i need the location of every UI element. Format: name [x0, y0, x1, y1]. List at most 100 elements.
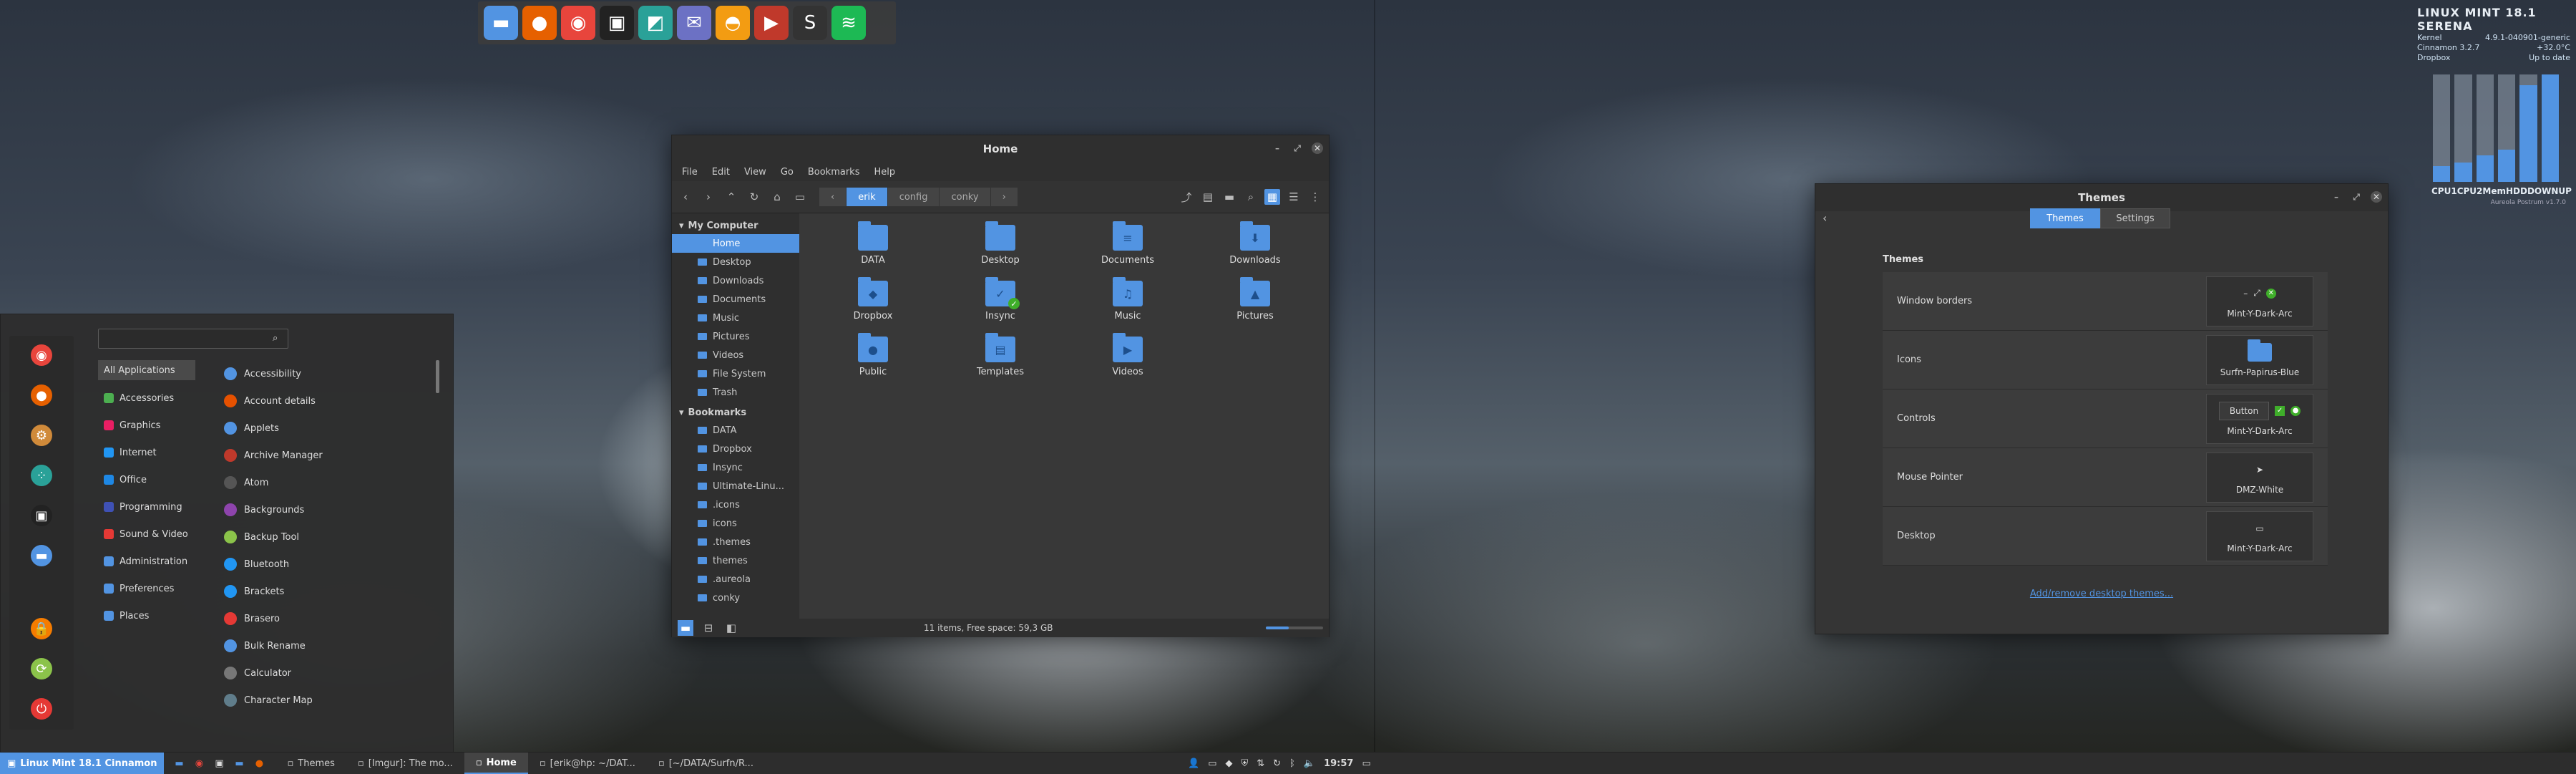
- sidebar-item-home[interactable]: Home: [672, 234, 799, 253]
- sidebar-item-downloads[interactable]: Downloads: [672, 271, 799, 290]
- category-preferences[interactable]: Preferences: [98, 575, 195, 602]
- maximize-icon[interactable]: ⤢: [1292, 142, 1303, 154]
- sidebar-bookmark[interactable]: conky: [672, 589, 799, 607]
- category-all-applications[interactable]: All Applications: [98, 360, 195, 380]
- new-folder-icon[interactable]: ▬: [1221, 189, 1237, 205]
- sidebar-item-file-system[interactable]: File System: [672, 364, 799, 383]
- shield-icon[interactable]: ⛨: [1241, 758, 1248, 769]
- network-icon[interactable]: ⁘: [31, 465, 52, 486]
- sidebar-bookmark[interactable]: Dropbox: [672, 440, 799, 458]
- theme-preview-button[interactable]: ▭ Mint-Y-Dark-Arc: [2206, 511, 2313, 561]
- path-left-arrow[interactable]: ‹: [819, 188, 847, 206]
- file-item-downloads[interactable]: ⬇ Downloads: [1191, 221, 1319, 281]
- sidebar-section-computer[interactable]: ▾ My Computer: [672, 218, 799, 234]
- category-administration[interactable]: Administration: [98, 548, 195, 575]
- chromium-icon[interactable]: ◉: [561, 6, 595, 40]
- terminal-icon[interactable]: ▣: [600, 6, 634, 40]
- category-sound-video[interactable]: Sound & Video: [98, 521, 195, 548]
- app-item-character-map[interactable]: Character Map: [224, 687, 431, 714]
- sidebar-item-desktop[interactable]: Desktop: [672, 253, 799, 271]
- file-item-templates[interactable]: ▤ Templates: [937, 333, 1064, 392]
- forward-icon[interactable]: ›: [701, 189, 716, 205]
- video-icon[interactable]: ▶: [754, 6, 789, 40]
- file-item-desktop[interactable]: Desktop: [937, 221, 1064, 281]
- sidebar-bookmark[interactable]: icons: [672, 514, 799, 533]
- display-icon[interactable]: ▭: [1208, 758, 1216, 769]
- compact-view-icon[interactable]: ⋮: [1307, 189, 1323, 205]
- app-item-accessibility[interactable]: Accessibility: [224, 360, 431, 387]
- breadcrumb-erik[interactable]: erik: [847, 188, 888, 206]
- tab-themes[interactable]: Themes: [2030, 208, 2100, 228]
- reload-icon[interactable]: ↻: [746, 189, 762, 205]
- lock-icon[interactable]: 🔒: [31, 618, 52, 639]
- category-internet[interactable]: Internet: [98, 439, 195, 466]
- close-icon[interactable]: ✕: [1312, 142, 1323, 154]
- category-office[interactable]: Office: [98, 466, 195, 493]
- file-item-public[interactable]: ● Public: [809, 333, 937, 392]
- sidebar-item-pictures[interactable]: Pictures: [672, 327, 799, 346]
- window-titlebar[interactable]: Home – ⤢ ✕: [672, 135, 1329, 163]
- show-desktop-icon[interactable]: ▬: [172, 757, 185, 770]
- network-icon[interactable]: ⇅: [1257, 758, 1264, 769]
- sidebar-item-trash[interactable]: Trash: [672, 383, 799, 402]
- chromium-icon[interactable]: ◉: [31, 344, 52, 366]
- category-programming[interactable]: Programming: [98, 493, 195, 521]
- app-item-calculator[interactable]: Calculator: [224, 659, 431, 687]
- power-icon[interactable]: ⏻: [31, 698, 52, 720]
- back-icon[interactable]: ‹: [1823, 211, 1827, 225]
- maximize-icon[interactable]: ⤢: [2351, 191, 2362, 203]
- firefox-icon[interactable]: ●: [522, 6, 557, 40]
- settings-icon[interactable]: ⚙: [31, 425, 52, 446]
- sidebar-item-documents[interactable]: Documents: [672, 290, 799, 309]
- category-places[interactable]: Places: [98, 602, 195, 629]
- sidebar-bookmark[interactable]: Ultimate-Linu...: [672, 477, 799, 495]
- open-terminal-icon[interactable]: ▤: [1200, 189, 1216, 205]
- sidebar-item-videos[interactable]: Videos: [672, 346, 799, 364]
- minimize-icon[interactable]: –: [2331, 191, 2342, 203]
- terminal-icon[interactable]: ▣: [213, 757, 225, 770]
- app-item-applets[interactable]: Applets: [224, 415, 431, 442]
- sidebar-bookmark[interactable]: DATA: [672, 421, 799, 440]
- theme-preview-button[interactable]: – ⤢ ✕ Mint-Y-Dark-Arc: [2206, 276, 2313, 326]
- taskbar-item[interactable]: ▫ Home: [464, 753, 528, 774]
- list-view-icon[interactable]: ☰: [1286, 189, 1302, 205]
- sidebar-bookmark[interactable]: .icons: [672, 495, 799, 514]
- menu-button[interactable]: ▣ Linux Mint 18.1 Cinnamon: [0, 753, 165, 774]
- app-item-account-details[interactable]: Account details: [224, 387, 431, 415]
- file-item-documents[interactable]: ≡ Documents: [1064, 221, 1191, 281]
- menu-item-bookmarks[interactable]: Bookmarks: [808, 167, 860, 178]
- files-icon[interactable]: ▬: [233, 757, 245, 770]
- app-item-brasero[interactable]: Brasero: [224, 605, 431, 632]
- taskbar-item[interactable]: ▫ [Imgur]: The mo...: [346, 753, 464, 774]
- minimize-icon[interactable]: –: [1272, 142, 1283, 154]
- sidebar-section-bookmarks[interactable]: ▾ Bookmarks: [672, 405, 799, 421]
- file-item-pictures[interactable]: ▲ Pictures: [1191, 277, 1319, 337]
- category-graphics[interactable]: Graphics: [98, 412, 195, 439]
- logout-icon[interactable]: ⟳: [31, 658, 52, 679]
- app-item-brackets[interactable]: Brackets: [224, 578, 431, 605]
- sidebar-item-music[interactable]: Music: [672, 309, 799, 327]
- close-icon[interactable]: ✕: [2371, 191, 2382, 203]
- zoom-slider[interactable]: [1266, 627, 1323, 629]
- spotify-icon[interactable]: ≋: [831, 6, 866, 40]
- theme-preview-button[interactable]: Surfn-Papirus-Blue: [2206, 334, 2313, 385]
- places-toggle-icon[interactable]: ▬: [678, 620, 693, 636]
- workspace-icon[interactable]: ▭: [1362, 758, 1370, 769]
- taskbar-item[interactable]: ▫ [erik@hp: ~/DAT...: [528, 753, 647, 774]
- file-item-data[interactable]: DATA: [809, 221, 937, 281]
- file-item-videos[interactable]: ▶ Videos: [1064, 333, 1191, 392]
- app-item-bluetooth[interactable]: Bluetooth: [224, 551, 431, 578]
- breadcrumb-config[interactable]: config: [887, 188, 940, 206]
- files-icon[interactable]: ▬: [31, 545, 52, 566]
- steam-icon[interactable]: S: [793, 6, 827, 40]
- sidebar-bookmark[interactable]: themes: [672, 551, 799, 570]
- sidebar-bookmark[interactable]: .aureola: [672, 570, 799, 589]
- computer-icon[interactable]: ▭: [792, 189, 808, 205]
- new-tab-icon[interactable]: ⤴: [1179, 189, 1194, 205]
- home-icon[interactable]: ⌂: [769, 189, 785, 205]
- firefox-icon[interactable]: ●: [31, 384, 52, 406]
- icon-view-icon[interactable]: ▦: [1264, 189, 1280, 205]
- theme-preview-button[interactable]: ➤ DMZ-White: [2206, 452, 2313, 503]
- bluetooth-icon[interactable]: ᛒ: [1289, 758, 1295, 769]
- search-input[interactable]: [98, 329, 288, 349]
